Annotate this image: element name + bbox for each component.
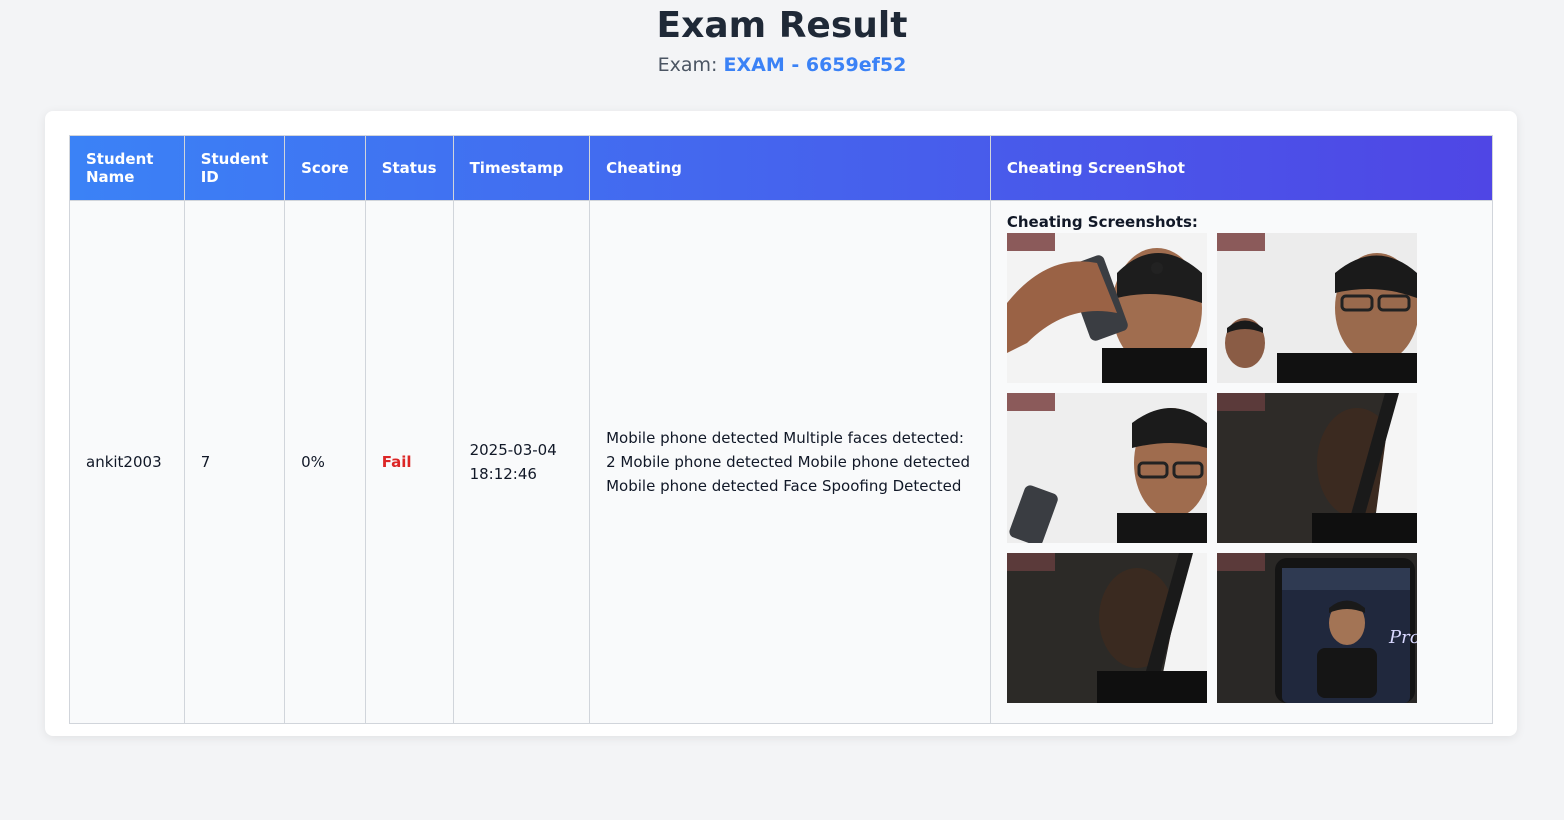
screenshots-label: Cheating Screenshots: (1006, 213, 1198, 231)
table-header-row: Student Name Student ID Score Status Tim… (69, 135, 1494, 201)
header-score: Score (284, 135, 366, 201)
header-timestamp: Timestamp (452, 135, 591, 201)
exam-code: EXAM - 6659ef52 (723, 54, 907, 76)
screenshot-1[interactable] (1006, 233, 1207, 383)
table-row: ankit2003 7 0% Fail 2025-03-04 18:12:46 … (69, 200, 1494, 724)
header-student-id: Student ID (183, 135, 286, 201)
header-student-name: Student Name (69, 135, 185, 201)
results-table: Student Name Student ID Score Status Tim… (69, 135, 1494, 724)
cell-status: Fail (364, 200, 454, 724)
screenshot-3[interactable] (1006, 393, 1207, 543)
page-title: Exam Result (656, 5, 908, 46)
results-card: Student Name Student ID Score Status Tim… (45, 111, 1517, 736)
cell-screenshots: Cheating Screenshots: Pr (989, 200, 1494, 724)
screenshot-4[interactable] (1216, 393, 1417, 543)
page-header: Exam Result Exam: EXAM - 6659ef52 (0, 0, 1564, 78)
cell-score: 0% (284, 200, 366, 724)
screenshot-5[interactable] (1006, 553, 1207, 703)
cell-timestamp: 2025-03-04 18:12:46 (452, 200, 591, 724)
header-cheating: Cheating (589, 135, 991, 201)
exam-label: Exam: (657, 54, 718, 76)
cell-student-id: 7 (183, 200, 286, 724)
cell-cheating: Mobile phone detected Multiple faces det… (589, 200, 991, 724)
screenshot-2[interactable] (1216, 233, 1417, 383)
header-cheating-screenshot: Cheating ScreenShot (989, 135, 1494, 201)
cell-student-name: ankit2003 (69, 200, 185, 724)
header-status: Status (364, 135, 454, 201)
screenshot-6[interactable]: Pro (1216, 553, 1417, 703)
screenshot-grid: Pro (1006, 233, 1476, 703)
exam-subtitle: Exam: EXAM - 6659ef52 (0, 52, 1564, 78)
svg-text:Pro: Pro (1388, 627, 1417, 648)
